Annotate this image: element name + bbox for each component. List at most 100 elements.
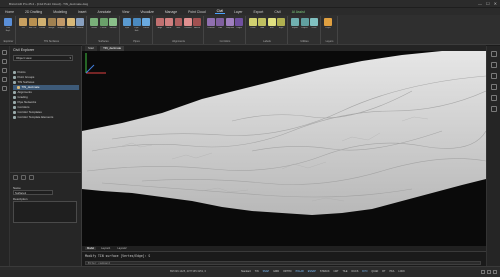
description-field[interactable] <box>13 201 77 223</box>
status-toggle[interactable]: DUCS <box>351 270 360 273</box>
tin-icon[interactable] <box>19 18 27 26</box>
status-toggle[interactable]: ORTHO <box>282 270 293 273</box>
status-toggle[interactable]: SNAP <box>262 270 271 273</box>
view-cube-icon[interactable] <box>490 95 497 101</box>
edit-tin-icon[interactable] <box>28 18 37 26</box>
tab-civil-2[interactable]: Civil <box>272 10 282 14</box>
tab-visualize[interactable]: Visualize <box>138 10 156 14</box>
minimize-button[interactable]: — <box>478 1 482 6</box>
status-toggle[interactable]: DYN <box>361 270 368 273</box>
ribbon-label: Vert. <box>176 27 181 29</box>
explorer-icon[interactable] <box>4 18 12 26</box>
ribbon-label: Layer <box>325 27 331 29</box>
status-toggles: Standard TIN SNAP GRID ORTHO POLAR ESNAP… <box>240 270 406 273</box>
tab-layout2[interactable]: Layout2 <box>115 247 128 250</box>
view-dropdown[interactable]: Object view ▾ <box>13 55 73 61</box>
explorer-rail-icon[interactable] <box>2 50 7 55</box>
status-toggle[interactable]: HKA <box>388 270 395 273</box>
render-icon[interactable] <box>490 106 497 112</box>
tab-view[interactable]: View <box>120 10 131 14</box>
tab-2d-drafting[interactable]: 2D Drafting <box>23 10 44 14</box>
library-rail-icon[interactable] <box>2 86 7 91</box>
tab-annotate[interactable]: Annotate <box>95 10 113 14</box>
export-icon[interactable] <box>300 18 309 26</box>
status-toggle[interactable]: RT <box>381 270 386 273</box>
status-toggle[interactable]: ESNAP <box>307 270 317 273</box>
tab-drawing[interactable]: TIN_decimate <box>100 45 125 51</box>
status-toggle[interactable]: LOCK <box>397 270 406 273</box>
pan-icon[interactable] <box>490 73 497 79</box>
properties-rail-icon[interactable] <box>2 59 7 64</box>
ribbon-group-name: Surfaces <box>98 40 109 43</box>
right-tool-rail <box>486 46 500 266</box>
ribbon-group-name: TIN Surfaces <box>43 40 60 43</box>
settings-icon[interactable] <box>21 175 26 180</box>
add-label-icon[interactable] <box>258 18 267 26</box>
layer-icon[interactable] <box>324 18 332 26</box>
tree-item[interactable]: Corridor Template Elements <box>13 115 79 120</box>
status-toggle[interactable]: TILE <box>341 270 348 273</box>
tab-modeling[interactable]: Modeling <box>51 10 69 14</box>
points-icon[interactable] <box>142 18 150 26</box>
customize-icon[interactable] <box>493 269 497 274</box>
ribbon-group-name: Alignments <box>172 40 185 43</box>
tab-layer[interactable]: Layer <box>232 10 244 14</box>
status-toggle[interactable]: LWT <box>333 270 340 273</box>
tab-ai-assist[interactable]: AI Assist <box>290 10 307 14</box>
tab-home[interactable]: Home <box>3 10 16 14</box>
maximize-button[interactable]: ☐ <box>486 1 490 6</box>
status-toggle[interactable]: Standard <box>240 270 252 273</box>
corridor-icon[interactable] <box>207 18 215 26</box>
tab-civil[interactable]: Civil <box>214 9 226 14</box>
properties-icon[interactable] <box>13 175 18 180</box>
tab-layout1[interactable]: Layout1 <box>99 247 112 250</box>
merge-icon[interactable] <box>47 18 56 26</box>
horizontal-icon[interactable] <box>165 18 174 26</box>
status-toggle[interactable]: STRACK <box>319 270 331 273</box>
pipe-edit-icon[interactable] <box>132 18 141 26</box>
layers-rail-icon[interactable] <box>2 68 7 73</box>
tab-point-cloud[interactable]: Point Cloud <box>186 10 208 14</box>
decimate-icon[interactable] <box>66 18 75 26</box>
panel-title: Civil Explorer <box>13 48 35 52</box>
name-field[interactable]: Surface1 <box>13 190 53 195</box>
zoom-icon[interactable] <box>490 62 497 68</box>
tab-model[interactable]: Model <box>85 247 97 250</box>
status-toggle[interactable]: POLAR <box>295 270 305 273</box>
section-icon[interactable] <box>109 18 117 26</box>
create-icon[interactable] <box>38 18 46 26</box>
pipe-icon[interactable] <box>123 18 131 26</box>
workspace-icon[interactable] <box>487 269 491 274</box>
import-icon[interactable] <box>291 18 299 26</box>
label-icon[interactable] <box>249 18 257 26</box>
edit-icon[interactable] <box>216 18 225 26</box>
align-icon[interactable] <box>156 18 164 26</box>
close-button[interactable]: ✕ <box>494 1 497 6</box>
volume-icon[interactable] <box>76 18 84 26</box>
tab-start[interactable]: Start <box>85 45 98 51</box>
orbit-icon[interactable] <box>490 84 497 90</box>
command-input[interactable]: Enter command <box>85 261 481 265</box>
attach-icon[interactable] <box>193 18 201 26</box>
home-view-icon[interactable] <box>490 51 497 57</box>
template-icon[interactable] <box>225 18 234 26</box>
tab-manage[interactable]: Manage <box>163 10 179 14</box>
profile-icon[interactable] <box>99 18 108 26</box>
tab-insert[interactable]: Insert <box>76 10 88 14</box>
notifications-icon[interactable] <box>481 269 485 274</box>
model-viewport[interactable] <box>82 51 486 246</box>
label-style-icon[interactable] <box>277 18 285 26</box>
structure-rail-icon[interactable] <box>2 77 7 82</box>
grade-icon[interactable] <box>90 18 98 26</box>
units-icon[interactable] <box>310 18 318 26</box>
corridor-icon[interactable] <box>183 18 192 26</box>
tab-export[interactable]: Export <box>252 10 266 14</box>
status-toggle[interactable]: TIN <box>254 270 260 273</box>
target-icon[interactable] <box>235 18 243 26</box>
vertical-icon[interactable] <box>174 18 183 26</box>
status-toggle[interactable]: QUAD <box>370 270 379 273</box>
simplify-icon[interactable] <box>57 18 65 26</box>
edit-label-icon[interactable] <box>267 18 276 26</box>
filter-icon[interactable] <box>29 175 34 180</box>
status-toggle[interactable]: GRID <box>272 270 280 273</box>
